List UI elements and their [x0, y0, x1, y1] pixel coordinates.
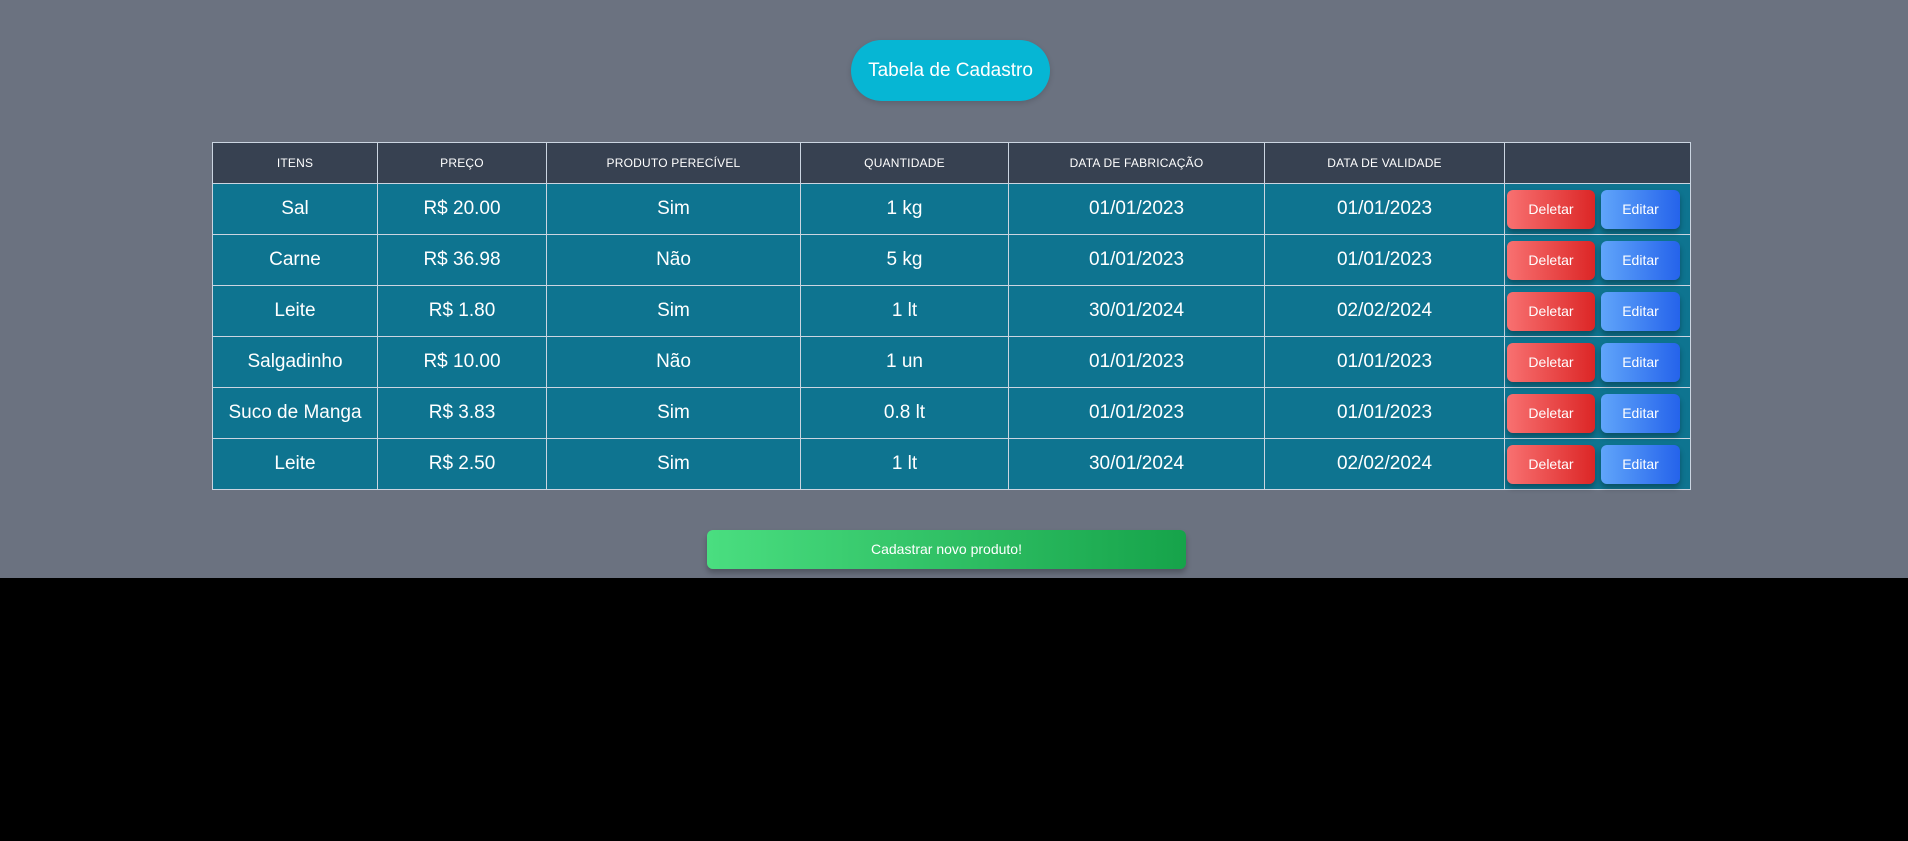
cell-expiry-date: 02/02/2024: [1264, 285, 1505, 337]
page-title: Tabela de Cadastro: [851, 40, 1050, 101]
delete-button[interactable]: Deletar: [1507, 291, 1595, 331]
column-header-manufacture-date: DATA DE FABRICAÇÃO: [1008, 142, 1265, 184]
cell-item: Salgadinho: [212, 336, 378, 388]
cell-price: R$ 36.98: [377, 234, 547, 286]
header-row: ITENS PREÇO PRODUTO PERECÍVEL QUANTIDADE…: [212, 142, 1691, 184]
table-row: Sal R$ 20.00 Sim 1 kg 01/01/2023 01/01/2…: [212, 183, 1691, 235]
cell-price: R$ 3.83: [377, 387, 547, 439]
cell-item: Carne: [212, 234, 378, 286]
cell-actions: Deletar Editar: [1504, 387, 1691, 439]
cell-perishable: Sim: [546, 387, 801, 439]
table-body: Sal R$ 20.00 Sim 1 kg 01/01/2023 01/01/2…: [212, 183, 1691, 490]
cell-quantity: 1 kg: [800, 183, 1009, 235]
cell-perishable: Não: [546, 336, 801, 388]
cell-expiry-date: 01/01/2023: [1264, 183, 1505, 235]
cell-price: R$ 1.80: [377, 285, 547, 337]
edit-button[interactable]: Editar: [1601, 240, 1680, 280]
products-table: ITENS PREÇO PRODUTO PERECÍVEL QUANTIDADE…: [212, 142, 1691, 490]
table-row: Suco de Manga R$ 3.83 Sim 0.8 lt 01/01/2…: [212, 387, 1691, 439]
table-row: Leite R$ 2.50 Sim 1 lt 30/01/2024 02/02/…: [212, 438, 1691, 490]
cell-item: Suco de Manga: [212, 387, 378, 439]
column-header-perishable: PRODUTO PERECÍVEL: [546, 142, 801, 184]
cell-expiry-date: 01/01/2023: [1264, 234, 1505, 286]
cell-manufacture-date: 30/01/2024: [1008, 438, 1265, 490]
page-area: Tabela de Cadastro ITENS PREÇO PRODUTO P…: [0, 0, 1908, 578]
cell-price: R$ 20.00: [377, 183, 547, 235]
table-header: ITENS PREÇO PRODUTO PERECÍVEL QUANTIDADE…: [212, 142, 1691, 184]
cell-actions: Deletar Editar: [1504, 234, 1691, 286]
edit-button[interactable]: Editar: [1601, 342, 1680, 382]
cell-actions: Deletar Editar: [1504, 285, 1691, 337]
cell-item: Sal: [212, 183, 378, 235]
edit-button[interactable]: Editar: [1601, 189, 1680, 229]
cell-manufacture-date: 01/01/2023: [1008, 183, 1265, 235]
cell-perishable: Sim: [546, 183, 801, 235]
delete-button[interactable]: Deletar: [1507, 240, 1595, 280]
cell-actions: Deletar Editar: [1504, 183, 1691, 235]
cell-quantity: 1 lt: [800, 285, 1009, 337]
cell-quantity: 0.8 lt: [800, 387, 1009, 439]
column-header-price: PREÇO: [377, 142, 547, 184]
cell-expiry-date: 01/01/2023: [1264, 336, 1505, 388]
column-header-actions: [1504, 142, 1691, 184]
column-header-expiry-date: DATA DE VALIDADE: [1264, 142, 1505, 184]
delete-button[interactable]: Deletar: [1507, 189, 1595, 229]
cell-perishable: Sim: [546, 285, 801, 337]
cell-quantity: 5 kg: [800, 234, 1009, 286]
cell-manufacture-date: 01/01/2023: [1008, 387, 1265, 439]
cell-expiry-date: 01/01/2023: [1264, 387, 1505, 439]
cell-price: R$ 10.00: [377, 336, 547, 388]
cell-price: R$ 2.50: [377, 438, 547, 490]
cell-quantity: 1 lt: [800, 438, 1009, 490]
delete-button[interactable]: Deletar: [1507, 393, 1595, 433]
delete-button[interactable]: Deletar: [1507, 342, 1595, 382]
edit-button[interactable]: Editar: [1601, 444, 1680, 484]
cell-quantity: 1 un: [800, 336, 1009, 388]
cell-item: Leite: [212, 285, 378, 337]
cell-actions: Deletar Editar: [1504, 438, 1691, 490]
cell-actions: Deletar Editar: [1504, 336, 1691, 388]
edit-button[interactable]: Editar: [1601, 291, 1680, 331]
column-header-items: ITENS: [212, 142, 378, 184]
cell-item: Leite: [212, 438, 378, 490]
table-row: Carne R$ 36.98 Não 5 kg 01/01/2023 01/01…: [212, 234, 1691, 286]
delete-button[interactable]: Deletar: [1507, 444, 1595, 484]
register-product-button[interactable]: Cadastrar novo produto!: [707, 530, 1186, 569]
cell-manufacture-date: 01/01/2023: [1008, 234, 1265, 286]
table-row: Salgadinho R$ 10.00 Não 1 un 01/01/2023 …: [212, 336, 1691, 388]
edit-button[interactable]: Editar: [1601, 393, 1680, 433]
cell-perishable: Não: [546, 234, 801, 286]
cell-manufacture-date: 30/01/2024: [1008, 285, 1265, 337]
cell-expiry-date: 02/02/2024: [1264, 438, 1505, 490]
table-row: Leite R$ 1.80 Sim 1 lt 30/01/2024 02/02/…: [212, 285, 1691, 337]
cell-perishable: Sim: [546, 438, 801, 490]
column-header-quantity: QUANTIDADE: [800, 142, 1009, 184]
cell-manufacture-date: 01/01/2023: [1008, 336, 1265, 388]
